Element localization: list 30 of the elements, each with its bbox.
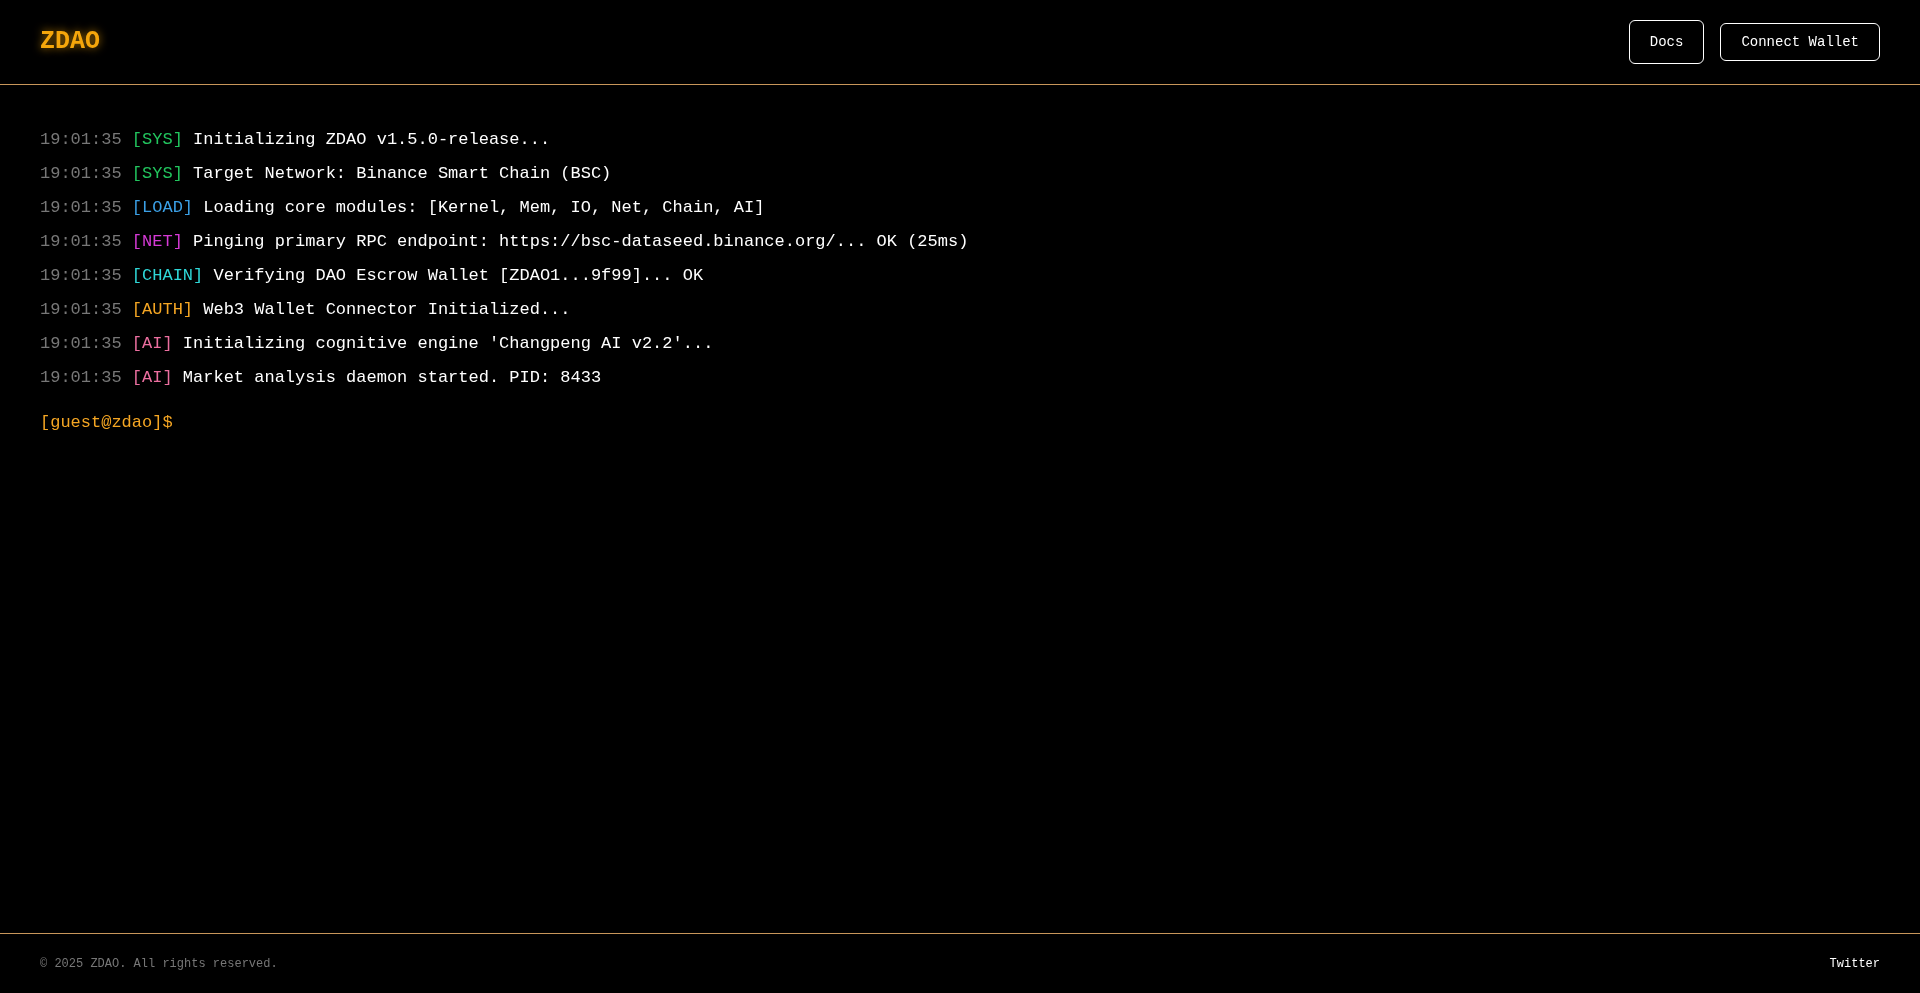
header-button[interactable]: Connect Wallet: [1720, 23, 1880, 61]
log-timestamp: 19:01:35: [40, 232, 122, 251]
log-message: Initializing cognitive engine 'Changpeng AI v2.2'...: [182, 334, 714, 353]
log-message: Pinging primary RPC endpoint: https://bsc-dataseed.binance.org/... OK (25ms): [193, 232, 969, 251]
log-tag: [AI]: [131, 368, 173, 387]
log-timestamp: 19:01:35: [40, 266, 122, 285]
log-timestamp: 19:01:35: [40, 300, 122, 319]
log-tag: [AUTH]: [131, 300, 194, 319]
command-prompt: [guest@zdao]$: [40, 412, 174, 434]
log-tag: [SYS]: [131, 130, 183, 149]
log-message: Verifying DAO Escrow Wallet [ZDAO1...9f99]... OK: [213, 266, 704, 285]
log-tag: [AI]: [131, 334, 173, 353]
log-timestamp: 19:01:35: [40, 130, 122, 149]
log-message: Market analysis daemon started. PID: 8433: [182, 368, 602, 387]
log-message: Web3 Wallet Connector Initialized...: [203, 300, 571, 319]
log-tag: [NET]: [131, 232, 183, 251]
log-message: Loading core modules: [Kernel, Mem, IO, Net, Chain, AI]: [203, 198, 765, 217]
copyright-text: © 2025 ZDAO. All rights reserved.: [40, 955, 278, 973]
log-timestamp: 19:01:35: [40, 198, 122, 217]
log-timestamp: 19:01:35: [40, 164, 122, 183]
log-tag: [CHAIN]: [131, 266, 204, 285]
log-timestamp: 19:01:35: [40, 334, 122, 353]
log-timestamp: 19:01:35: [40, 368, 122, 387]
log-message: Initializing ZDAO v1.5.0-release...: [193, 130, 551, 149]
log-tag: [LOAD]: [131, 198, 194, 217]
log-tag: [SYS]: [131, 164, 183, 183]
logo: ZDAO: [40, 26, 100, 59]
header-button[interactable]: Docs: [1628, 20, 1705, 64]
twitter-link[interactable]: Twitter: [1829, 954, 1880, 973]
log-message: Target Network: Binance Smart Chain (BSC): [193, 164, 612, 183]
